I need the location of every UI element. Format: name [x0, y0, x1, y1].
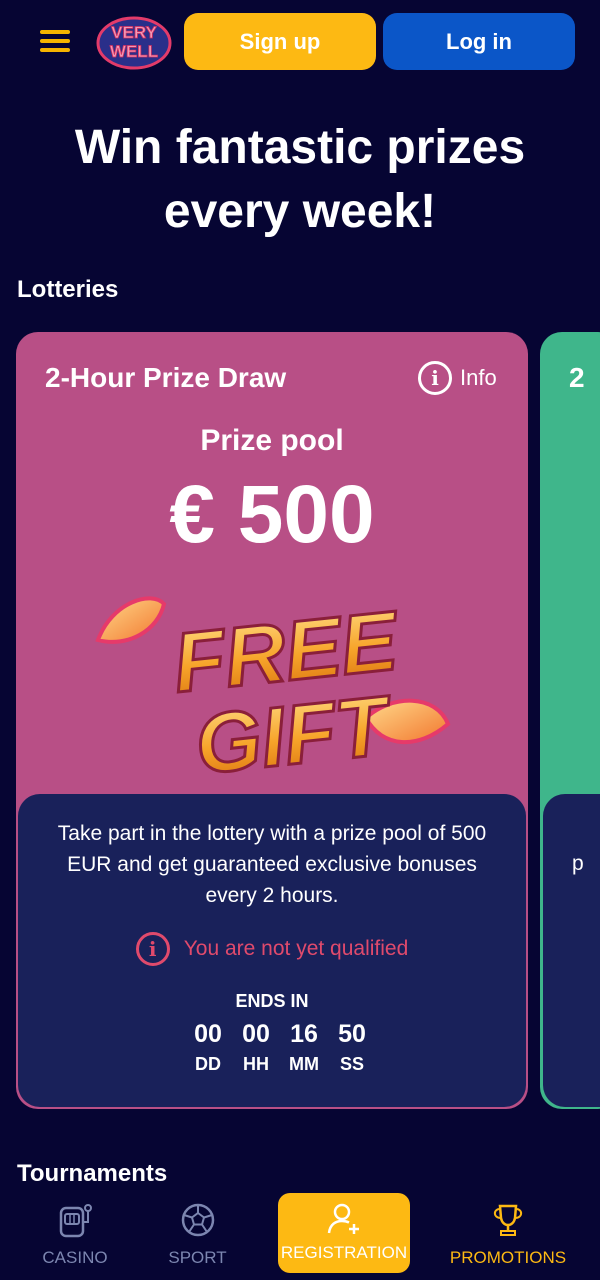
timer-seconds-value: 50: [338, 1020, 366, 1048]
info-icon: i: [418, 361, 452, 395]
lottery-next-panel: p: [543, 794, 600, 1107]
warning-icon: i: [135, 932, 170, 966]
info-label: Info: [460, 365, 497, 390]
qualification-text: You are not yet qualified: [183, 937, 409, 960]
lottery-next-title: 2: [569, 362, 585, 393]
timer-hours-value: 00: [242, 1020, 270, 1048]
svg-text:WELL: WELL: [110, 42, 158, 61]
tournaments-heading: Tournaments: [17, 1160, 168, 1187]
nav-registration-label: REGISTRATION: [280, 1243, 408, 1262]
prize-pool-value: € 500: [169, 469, 375, 560]
signup-button[interactable]: Sign up: [184, 13, 376, 70]
qualification-status: i You are not yet qualified: [18, 932, 526, 966]
trophy-icon: [493, 1204, 523, 1236]
page-title-line1: Win fantastic prizes: [74, 121, 526, 174]
timer-days: 00 DD: [184, 1018, 232, 1075]
timer-minutes: 16 MM: [280, 1018, 328, 1075]
header: VERY WELL Sign up Log in: [0, 0, 600, 84]
prize-pool-label: Prize pool: [200, 424, 344, 457]
timer-days-value: 00: [194, 1020, 222, 1048]
info-button[interactable]: i Info: [418, 361, 497, 395]
logo[interactable]: VERY WELL: [96, 14, 172, 70]
timer-hours: 00 HH: [232, 1018, 280, 1075]
nav-registration[interactable]: REGISTRATION: [278, 1193, 410, 1273]
lottery-details-panel: Take part in the lottery with a prize po…: [18, 794, 526, 1107]
countdown-timer: 00 DD 00 HH 16 MM 50 SS: [184, 1018, 376, 1075]
timer-hours-unit: HH: [243, 1054, 269, 1074]
timer-days-unit: DD: [195, 1054, 221, 1074]
lottery-description: Take part in the lottery with a prize po…: [57, 822, 487, 907]
ends-in-label: ENDS IN: [235, 991, 309, 1011]
nav-casino[interactable]: CASINO: [30, 1190, 120, 1274]
lottery-next-text: p: [572, 852, 584, 875]
svg-text:VERY: VERY: [111, 23, 157, 42]
nav-promotions-label: PROMOTIONS: [449, 1248, 567, 1267]
timer-minutes-value: 16: [290, 1020, 318, 1048]
nav-sport[interactable]: SPORT: [150, 1190, 245, 1274]
timer-seconds: 50 SS: [328, 1018, 376, 1075]
add-user-icon: [327, 1203, 359, 1234]
lottery-card-next[interactable]: 2 p: [540, 332, 600, 1109]
free-gift-image: FREE GIFT: [95, 591, 451, 780]
page-title: Win fantastic prizes every week!: [20, 116, 580, 244]
timer-seconds-unit: SS: [339, 1054, 364, 1074]
timer-minutes-unit: MM: [289, 1054, 319, 1074]
nav-casino-label: CASINO: [42, 1248, 108, 1267]
lotteries-heading: Lotteries: [17, 276, 119, 303]
soccer-ball-icon: [181, 1203, 214, 1237]
slot-machine-icon: [59, 1204, 92, 1238]
login-button[interactable]: Log in: [383, 13, 575, 70]
nav-sport-label: SPORT: [168, 1248, 227, 1267]
nav-promotions[interactable]: PROMOTIONS: [446, 1190, 570, 1274]
lottery-title: 2-Hour Prize Draw: [45, 362, 287, 393]
bottom-nav: CASINO SPORT REGISTRATION PROMOTIONS: [0, 1190, 600, 1280]
lottery-card[interactable]: 2-Hour Prize Draw i Info Prize pool € 50…: [16, 332, 528, 1109]
menu-icon[interactable]: [40, 30, 70, 54]
page-title-line2: every week!: [163, 185, 437, 238]
